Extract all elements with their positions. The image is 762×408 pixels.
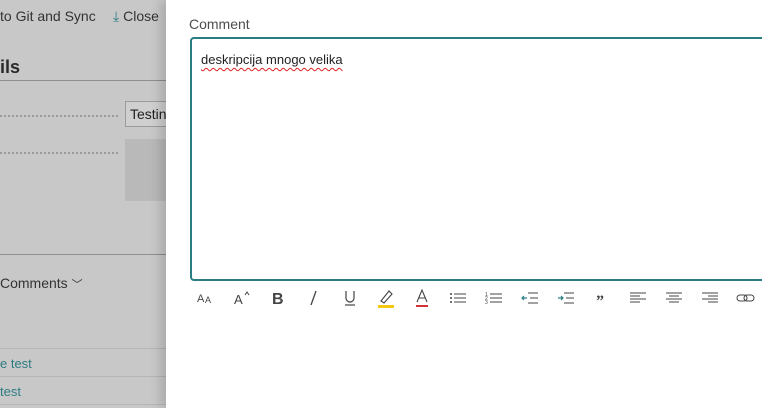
bold-icon[interactable]: B <box>265 287 291 309</box>
field-leader-dots <box>0 115 118 117</box>
highlight-icon[interactable] <box>373 287 399 309</box>
comment-label: Comment <box>189 16 250 32</box>
background-textarea[interactable] <box>125 139 166 201</box>
comment-panel: Comment deskripcija mnogo velika AA A B <box>166 0 762 408</box>
bullet-list-icon[interactable] <box>445 287 471 309</box>
align-left-icon[interactable] <box>625 287 651 309</box>
git-sync-command[interactable]: to Git and Sync <box>0 8 96 24</box>
field-leader-dots <box>0 152 118 154</box>
svg-text:”: ” <box>596 293 604 306</box>
chevron-down-icon: ﹀ <box>71 279 83 291</box>
background-text-field[interactable]: Testin <box>125 101 166 127</box>
svg-text:B: B <box>272 291 284 306</box>
link-icon[interactable] <box>733 287 759 309</box>
align-center-icon[interactable] <box>661 287 687 309</box>
close-command[interactable]: ⤓ Close <box>113 8 159 25</box>
align-right-icon[interactable] <box>697 287 723 309</box>
svg-text:3: 3 <box>485 300 488 306</box>
italic-icon[interactable] <box>301 287 327 309</box>
divider <box>0 80 166 81</box>
background-page: to Git and Sync ⤓ Close ils Testin Comme… <box>0 0 166 408</box>
comment-link[interactable]: test <box>0 384 21 399</box>
comments-group[interactable]: Comments ﹀ <box>0 275 83 292</box>
download-icon: ⤓ <box>113 8 120 24</box>
editor-text[interactable]: deskripcija mnogo velika <box>201 52 343 67</box>
quote-icon[interactable]: ” <box>589 287 615 309</box>
divider <box>0 348 166 349</box>
svg-text:A: A <box>205 295 211 305</box>
divider <box>0 376 166 377</box>
close-label: Close <box>123 8 159 24</box>
numbered-list-icon[interactable]: 123 <box>481 287 507 309</box>
font-size-icon[interactable]: AA <box>193 287 219 309</box>
svg-text:A: A <box>234 292 243 306</box>
comment-link[interactable]: e test <box>0 356 32 371</box>
comments-label: Comments <box>0 275 68 291</box>
divider <box>0 254 166 255</box>
comment-editor[interactable]: deskripcija mnogo velika <box>190 37 762 281</box>
section-title: ils <box>0 57 21 77</box>
divider <box>0 404 166 405</box>
svg-text:A: A <box>197 293 205 305</box>
font-color-icon[interactable] <box>409 287 435 309</box>
indent-icon[interactable] <box>553 287 579 309</box>
outdent-icon[interactable] <box>517 287 543 309</box>
underline-icon[interactable] <box>337 287 363 309</box>
superscript-icon[interactable]: A <box>229 287 255 309</box>
